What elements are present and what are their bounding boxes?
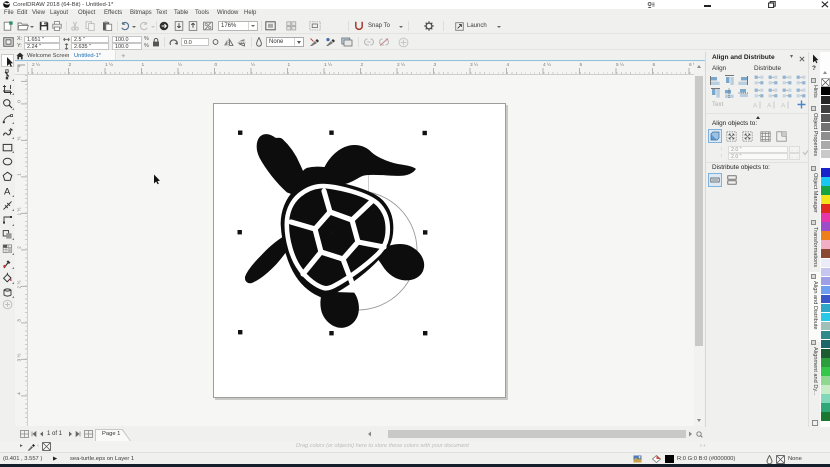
svg-text:A: A	[753, 103, 758, 110]
svg-text:A: A	[767, 103, 772, 110]
svg-text:A: A	[4, 186, 11, 196]
svg-text:A: A	[781, 103, 786, 110]
